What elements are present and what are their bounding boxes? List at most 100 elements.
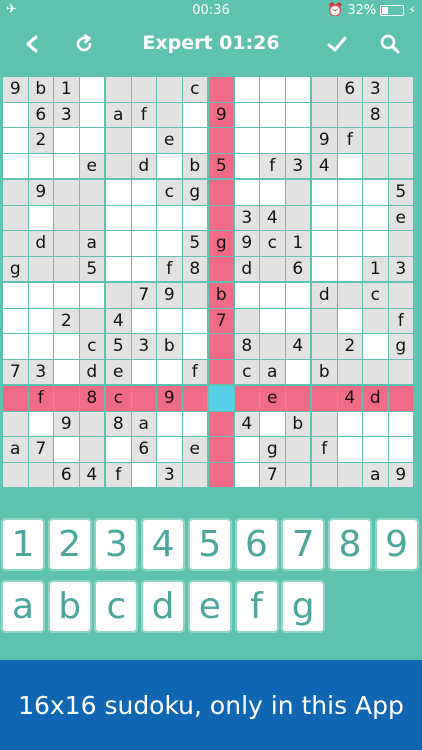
- board-cell-r9-c9[interactable]: [234, 308, 259, 333]
- board-cell-r12-c12[interactable]: [312, 386, 337, 411]
- board-cell-r0-c0[interactable]: 9: [3, 77, 28, 102]
- board-cell-r6-c2[interactable]: [54, 231, 79, 256]
- board-cell-r4-c9[interactable]: [234, 180, 259, 205]
- board-cell-r2-c13[interactable]: f: [337, 128, 362, 153]
- board-cell-r2-c5[interactable]: [131, 128, 156, 153]
- board-cell-r10-c8[interactable]: [209, 334, 234, 359]
- board-cell-r10-c10[interactable]: [260, 334, 285, 359]
- key-4[interactable]: 4: [141, 518, 186, 571]
- board-cell-r10-c0[interactable]: [3, 334, 28, 359]
- key-b[interactable]: b: [47, 580, 92, 633]
- board-cell-r6-c4[interactable]: [106, 231, 131, 256]
- board-cell-r14-c11[interactable]: [285, 437, 310, 462]
- board-cell-r10-c2[interactable]: [54, 334, 79, 359]
- key-a[interactable]: a: [1, 580, 45, 633]
- board-cell-r12-c2[interactable]: [54, 386, 79, 411]
- board-cell-r15-c10[interactable]: 7: [260, 462, 285, 487]
- board-cell-r1-c9[interactable]: [234, 102, 259, 127]
- board-cell-r12-c1[interactable]: f: [28, 386, 53, 411]
- key-3[interactable]: 3: [94, 518, 139, 571]
- board-cell-r13-c0[interactable]: [3, 411, 28, 436]
- board-cell-r13-c4[interactable]: 8: [106, 411, 131, 436]
- board-cell-r6-c7[interactable]: 5: [182, 231, 207, 256]
- board-cell-r3-c7[interactable]: b: [182, 153, 207, 178]
- board-cell-r1-c7[interactable]: [182, 102, 207, 127]
- board-cell-r7-c3[interactable]: 5: [79, 256, 104, 281]
- board-cell-r14-c0[interactable]: a: [3, 437, 28, 462]
- board-cell-r4-c6[interactable]: c: [157, 180, 182, 205]
- board-cell-r11-c5[interactable]: [131, 359, 156, 384]
- board-cell-r9-c13[interactable]: [337, 308, 362, 333]
- board-cell-r9-c3[interactable]: [79, 308, 104, 333]
- board-cell-r5-c4[interactable]: [106, 205, 131, 230]
- board-cell-r2-c10[interactable]: [260, 128, 285, 153]
- board-cell-r3-c5[interactable]: d: [131, 153, 156, 178]
- board-cell-r0-c3[interactable]: [79, 77, 104, 102]
- board-cell-r15-c0[interactable]: [3, 462, 28, 487]
- board-cell-r15-c14[interactable]: a: [363, 462, 388, 487]
- board-cell-r14-c1[interactable]: 7: [28, 437, 53, 462]
- board-cell-r14-c13[interactable]: [337, 437, 362, 462]
- board-cell-r12-c4[interactable]: c: [106, 386, 131, 411]
- board-cell-r10-c5[interactable]: 3: [131, 334, 156, 359]
- board-cell-r8-c11[interactable]: [285, 283, 310, 308]
- board-cell-r12-c6[interactable]: 9: [157, 386, 182, 411]
- board-cell-r3-c6[interactable]: [157, 153, 182, 178]
- board-cell-r7-c14[interactable]: 1: [363, 256, 388, 281]
- board-cell-r10-c12[interactable]: [312, 334, 337, 359]
- board-cell-r4-c7[interactable]: g: [182, 180, 207, 205]
- board-cell-r5-c3[interactable]: [79, 205, 104, 230]
- board-cell-r1-c5[interactable]: f: [131, 102, 156, 127]
- board-cell-r2-c3[interactable]: [79, 128, 104, 153]
- board-cell-r11-c4[interactable]: e: [106, 359, 131, 384]
- board-cell-r10-c13[interactable]: 2: [337, 334, 362, 359]
- board-cell-r15-c9[interactable]: [234, 462, 259, 487]
- board-cell-r8-c9[interactable]: [234, 283, 259, 308]
- key-8[interactable]: 8: [327, 518, 372, 571]
- board-cell-r13-c6[interactable]: [157, 411, 182, 436]
- board-cell-r12-c13[interactable]: 4: [337, 386, 362, 411]
- board-cell-r5-c14[interactable]: [363, 205, 388, 230]
- board-cell-r4-c4[interactable]: [106, 180, 131, 205]
- board-cell-r14-c2[interactable]: [54, 437, 79, 462]
- board-cell-r2-c4[interactable]: [106, 128, 131, 153]
- board-cell-r2-c12[interactable]: 9: [312, 128, 337, 153]
- board-cell-r7-c6[interactable]: f: [157, 256, 182, 281]
- board-cell-r12-c3[interactable]: 8: [79, 386, 104, 411]
- board-cell-r10-c9[interactable]: 8: [234, 334, 259, 359]
- board-cell-r0-c7[interactable]: c: [182, 77, 207, 102]
- board-cell-r6-c12[interactable]: [312, 231, 337, 256]
- board-cell-r6-c5[interactable]: [131, 231, 156, 256]
- board-cell-r7-c7[interactable]: 8: [182, 256, 207, 281]
- board-cell-r14-c6[interactable]: [157, 437, 182, 462]
- board-cell-r10-c14[interactable]: [363, 334, 388, 359]
- board-cell-r14-c15[interactable]: [388, 437, 413, 462]
- board-cell-r1-c4[interactable]: a: [106, 102, 131, 127]
- board-cell-r9-c15[interactable]: f: [388, 308, 413, 333]
- key-e[interactable]: e: [187, 580, 232, 633]
- board-cell-r1-c13[interactable]: [337, 102, 362, 127]
- board-cell-r6-c3[interactable]: a: [79, 231, 104, 256]
- board-cell-r7-c5[interactable]: [131, 256, 156, 281]
- board-cell-r4-c14[interactable]: [363, 180, 388, 205]
- key-f[interactable]: f: [234, 580, 279, 633]
- board-cell-r1-c0[interactable]: [3, 102, 28, 127]
- board-cell-r4-c5[interactable]: [131, 180, 156, 205]
- board-cell-r5-c9[interactable]: 3: [234, 205, 259, 230]
- board-cell-r15-c13[interactable]: [337, 462, 362, 487]
- board-cell-r0-c12[interactable]: [312, 77, 337, 102]
- board-cell-r13-c3[interactable]: [79, 411, 104, 436]
- board-cell-r3-c13[interactable]: [337, 153, 362, 178]
- board-cell-r13-c15[interactable]: [388, 411, 413, 436]
- key-d[interactable]: d: [141, 580, 186, 633]
- board-cell-r8-c0[interactable]: [3, 283, 28, 308]
- board-cell-r13-c1[interactable]: [28, 411, 53, 436]
- board-cell-r3-c8[interactable]: 5: [209, 153, 234, 178]
- board-cell-r11-c8[interactable]: [209, 359, 234, 384]
- board-cell-r11-c10[interactable]: a: [260, 359, 285, 384]
- board-cell-r5-c7[interactable]: [182, 205, 207, 230]
- board-cell-r9-c14[interactable]: [363, 308, 388, 333]
- board-cell-r15-c4[interactable]: f: [106, 462, 131, 487]
- board-cell-r14-c3[interactable]: [79, 437, 104, 462]
- board-cell-r4-c3[interactable]: [79, 180, 104, 205]
